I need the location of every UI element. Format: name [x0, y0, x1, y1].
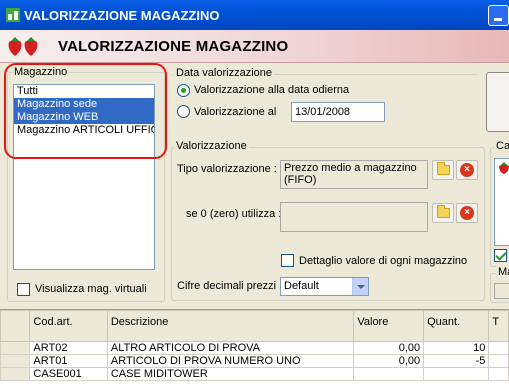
cell-t [488, 367, 509, 381]
strawberry-icon [8, 37, 38, 56]
minimize-button[interactable] [488, 5, 509, 26]
categorie-checkbox[interactable] [494, 249, 507, 262]
row-selector[interactable] [0, 367, 31, 381]
categorie-label: Ca [494, 140, 509, 152]
tipo-valorizzazione-label: Tipo valorizzazione : [177, 163, 277, 175]
table-row[interactable]: CASE001 CASE MIDITOWER [0, 367, 509, 381]
column-header[interactable]: Valore [353, 310, 425, 342]
cell-cod: ART01 [29, 354, 108, 368]
column-header[interactable]: Descrizione [106, 310, 355, 342]
highlight-circle [4, 63, 167, 159]
execute-button[interactable] [486, 72, 509, 132]
window-titlebar: VALORIZZAZIONE MAGAZZINO [0, 0, 509, 30]
cell-t [488, 341, 509, 355]
tipo-browse-button[interactable] [432, 160, 454, 180]
radio-at-date-label: Valorizzazione al [194, 106, 277, 118]
column-header[interactable]: Cod.art. [29, 310, 108, 342]
chevron-down-icon[interactable] [352, 278, 368, 295]
cell-quant: -5 [423, 354, 490, 368]
tipo-valorizzazione-value: Prezzo medio a magazzino (FIFO) [280, 160, 428, 189]
ma-label: Ma [496, 266, 509, 278]
dettaglio-label: Dettaglio valore di ogni magazzino [299, 255, 468, 267]
valorizzazione-label: Valorizzazione [174, 140, 249, 152]
cell-cod: ART02 [29, 341, 108, 355]
folder-icon [436, 162, 450, 175]
cell-cod: CASE001 [29, 367, 108, 381]
table-row[interactable]: ART02 ALTRO ARTICOLO DI PROVA 0,00 10 [0, 341, 509, 355]
cell-valore [353, 367, 425, 381]
se-zero-label: se 0 (zero) utilizza : [186, 208, 282, 220]
cell-t [488, 354, 509, 368]
se-zero-browse-button[interactable] [432, 203, 454, 223]
row-selector[interactable] [0, 354, 31, 368]
radio-at-date[interactable] [177, 105, 190, 118]
header-banner: VALORIZZAZIONE MAGAZZINO [0, 30, 509, 63]
ma-field[interactable] [494, 283, 509, 299]
cell-valore: 0,00 [353, 341, 425, 355]
cell-quant: 10 [423, 341, 490, 355]
clear-icon: × [460, 206, 474, 220]
cifre-decimali-label: Cifre decimali prezzi : [177, 280, 283, 292]
cell-quant [423, 367, 490, 381]
strawberry-icon [499, 162, 509, 174]
se-zero-value [280, 202, 428, 232]
se-zero-clear-button[interactable]: × [456, 203, 478, 223]
dettaglio-checkbox[interactable] [281, 254, 294, 267]
radio-today[interactable] [177, 84, 190, 97]
column-header[interactable]: Quant. [423, 310, 490, 342]
clear-icon: × [460, 163, 474, 177]
date-input[interactable]: 13/01/2008 [291, 102, 385, 122]
cell-valore: 0,00 [353, 354, 425, 368]
table-row[interactable]: ART01 ARTICOLO DI PROVA NUMERO UNO 0,00 … [0, 354, 509, 368]
app-icon [6, 8, 20, 22]
virtual-warehouses-label: Visualizza mag. virtuali [35, 283, 147, 295]
cifre-decimali-select[interactable]: Default [280, 277, 369, 296]
virtual-warehouses-checkbox[interactable] [17, 283, 30, 296]
window-title: VALORIZZAZIONE MAGAZZINO [24, 8, 220, 23]
articles-table: Cod.art. Descrizione Valore Quant. T ART… [0, 309, 509, 384]
radio-today-label: Valorizzazione alla data odierna [194, 84, 350, 96]
column-header[interactable] [0, 310, 31, 342]
row-selector[interactable] [0, 341, 31, 355]
cell-desc: ARTICOLO DI PROVA NUMERO UNO [106, 354, 355, 368]
column-header[interactable]: T [488, 310, 509, 342]
tipo-clear-button[interactable]: × [456, 160, 478, 180]
cell-desc: CASE MIDITOWER [106, 367, 355, 381]
folder-icon [436, 205, 450, 218]
categorie-list[interactable] [494, 158, 509, 246]
cell-desc: ALTRO ARTICOLO DI PROVA [106, 341, 355, 355]
page-title: VALORIZZAZIONE MAGAZZINO [58, 38, 289, 55]
data-valorizzazione-label: Data valorizzazione [174, 67, 274, 79]
table-header: Cod.art. Descrizione Valore Quant. T [0, 310, 509, 342]
